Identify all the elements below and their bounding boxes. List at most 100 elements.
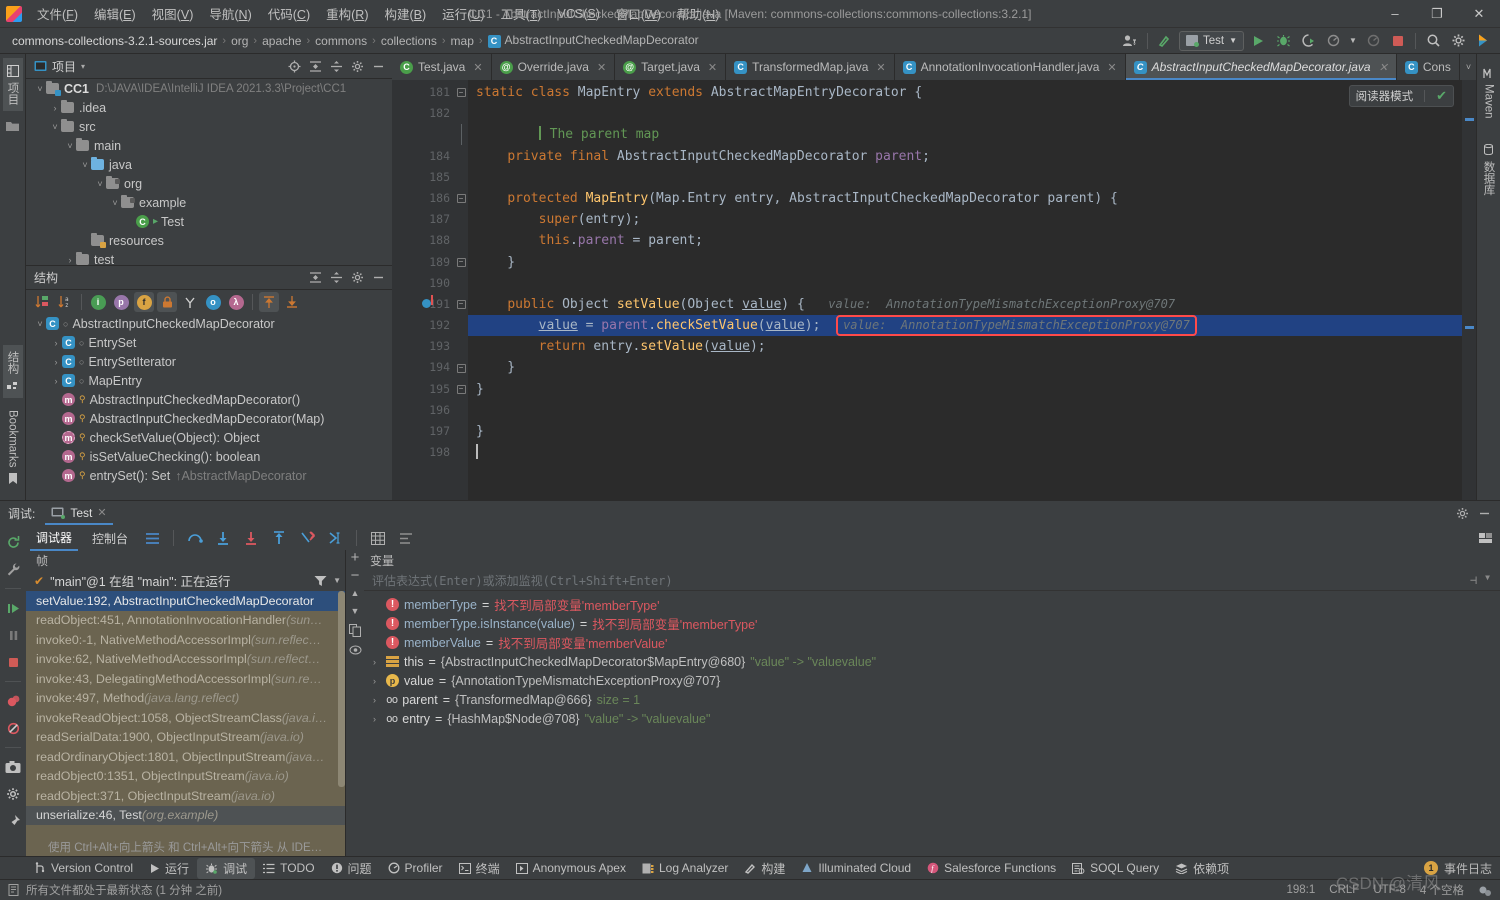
structure-tree-node[interactable]: m ⚲ entrySet(): Set ↑AbstractMapDecorator [26, 466, 392, 485]
project-tree-node[interactable]: ˅ src [26, 117, 392, 136]
tree-expand-arrow[interactable]: › [50, 338, 62, 348]
project-tree-node[interactable]: ˅ main [26, 136, 392, 155]
code-line[interactable]: } [468, 421, 1462, 442]
chevron-down-icon[interactable]: ˅ [1466, 62, 1471, 72]
structure-tree[interactable]: ˅ C ○ AbstractInputCheckedMapDecorator › C ○… [26, 314, 392, 500]
collapse-all-icon[interactable] [305, 268, 325, 287]
error-stripe-rail[interactable] [1462, 80, 1476, 500]
tree-expand-arrow[interactable]: ˅ [34, 84, 46, 94]
project-tree-node[interactable]: › test [26, 250, 392, 265]
stop-program-icon[interactable] [3, 652, 23, 672]
frame-row[interactable]: invoke:43, DelegatingMethodAccessorImpl … [26, 669, 345, 689]
menu-item-8[interactable]: 工具(T) [494, 1, 549, 26]
show-properties-icon[interactable]: p [111, 292, 131, 312]
caret-position[interactable]: 198:1 [1287, 884, 1316, 896]
fold-close-icon[interactable]: − [456, 384, 466, 394]
tree-expand-arrow[interactable]: ˅ [109, 198, 121, 208]
project-tree-node[interactable]: › .idea [26, 98, 392, 117]
toolwindow-version-control[interactable]: Version Control [26, 859, 141, 877]
view-breakpoints-icon[interactable] [3, 691, 23, 711]
mute-breakpoints-icon[interactable] [3, 718, 23, 738]
inspections-icon[interactable] [1478, 884, 1492, 897]
gear-icon[interactable] [347, 268, 367, 287]
fold-open-icon[interactable]: − [456, 194, 466, 204]
settings-wrench-icon[interactable] [3, 559, 23, 579]
drop-frame-icon[interactable] [297, 528, 317, 548]
event-log-group[interactable]: 1 事件日志 [1423, 860, 1500, 877]
editor-tab-0[interactable]: C Test.java ✕ [392, 54, 492, 80]
toolwindow-soql-query[interactable]: SOQL Query [1064, 859, 1167, 877]
tab-close-icon[interactable]: ✕ [876, 61, 885, 74]
code-line[interactable]: super(entry); [468, 209, 1462, 230]
step-into-icon[interactable] [213, 528, 233, 548]
collapse-all-icon[interactable] [305, 57, 325, 76]
tree-expand-arrow[interactable]: ˅ [64, 141, 76, 151]
variables-list[interactable]: ! memberType = 找不到局部变量'memberType' ! membe… [364, 591, 1500, 728]
line-number[interactable]: 192 [392, 315, 454, 336]
indent-setting[interactable]: 4 个空格 [1420, 882, 1464, 898]
pause-program-icon[interactable] [3, 625, 23, 645]
code-line[interactable]: private final AbstractInputCheckedMapDec… [468, 146, 1462, 167]
project-panel-title-group[interactable]: 项目 ▾ [34, 58, 85, 75]
frame-row[interactable]: invoke:62, NativeMethodAccessorImpl (sun… [26, 650, 345, 670]
thread-selector[interactable]: ✔ "main"@1 在组 "main": 正在运行 ▼ [26, 570, 345, 591]
menu-item-4[interactable]: 代码(C) [261, 1, 317, 26]
move-down-icon[interactable]: ▼ [351, 606, 360, 616]
chevron-down-icon[interactable]: ▼ [1485, 573, 1490, 587]
run-coverage-icon[interactable] [1297, 31, 1319, 51]
folder-rail-icon[interactable] [6, 119, 20, 133]
structure-tree-node[interactable]: ˅ C ○ AbstractInputCheckedMapDecorator [26, 314, 392, 333]
project-tree-node[interactable]: ˅ example [26, 193, 392, 212]
variable-row[interactable]: ! memberValue = 找不到局部变量'memberValue' [364, 633, 1500, 652]
rail-item-project[interactable]: 项目 [2, 58, 23, 111]
structure-tree-node[interactable]: m ⚲ checkSetValue(Object): Object [26, 428, 392, 447]
run-button[interactable] [1247, 31, 1269, 51]
avatar[interactable] [1472, 31, 1494, 51]
settings-gear-icon[interactable] [1447, 31, 1469, 51]
breadcrumb-item-3[interactable]: commons [311, 33, 371, 49]
breadcrumb-item-6[interactable]: C AbstractInputCheckedMapDecorator [484, 32, 703, 49]
structure-tree-node[interactable]: m ⚲ AbstractInputCheckedMapDecorator() [26, 390, 392, 409]
search-icon[interactable] [1422, 31, 1444, 51]
menu-item-7[interactable]: 运行(U) [435, 1, 491, 26]
gear-icon[interactable] [1452, 504, 1472, 523]
move-up-icon[interactable]: ▲ [351, 588, 360, 598]
toolwindow-illuminated-cloud[interactable]: Illuminated Cloud [793, 859, 919, 877]
line-number[interactable]: 195 [392, 379, 454, 400]
code-line[interactable] [468, 167, 1462, 188]
close-button[interactable]: ✕ [1458, 0, 1500, 28]
tab-close-icon[interactable]: ✕ [473, 61, 482, 74]
layout-settings-icon[interactable] [142, 528, 162, 548]
code-line[interactable]: The parent map [468, 124, 1462, 145]
run-to-cursor-icon[interactable] [325, 528, 345, 548]
editor-tab-5[interactable]: C AbstractInputCheckedMapDecorator.java ✕ [1125, 54, 1397, 80]
code-line[interactable]: } [468, 252, 1462, 273]
structure-tree-node[interactable]: m ⚲ AbstractInputCheckedMapDecorator(Map) [26, 409, 392, 428]
chevron-down-icon[interactable]: ▼ [1347, 31, 1359, 51]
variable-expand-arrow[interactable]: › [368, 695, 381, 705]
line-number[interactable]: 197 [392, 421, 454, 442]
toolwindow-终端[interactable]: 终端 [451, 858, 508, 879]
frame-row[interactable]: invoke:497, Method (java.lang.reflect) [26, 689, 345, 709]
frame-row[interactable]: unserialize:46, Test (org.example) [26, 805, 345, 825]
tab-close-icon[interactable]: ✕ [597, 61, 606, 74]
variable-row[interactable]: › p value = {AnnotationTypeMismatchExcepti… [364, 671, 1500, 690]
show-fields-icon[interactable]: f [134, 292, 154, 312]
rail-item-bookmarks[interactable]: Bookmarks [4, 404, 22, 492]
debug-session-tab[interactable]: Test ✕ [45, 503, 113, 525]
hide-panel-icon[interactable] [368, 57, 388, 76]
breadcrumb-item-4[interactable]: collections [377, 33, 441, 49]
expand-all-icon[interactable] [326, 268, 346, 287]
variable-expand-arrow[interactable]: › [368, 657, 381, 667]
toolwindow-构建[interactable]: 构建 [736, 858, 793, 879]
editor-tab-1[interactable]: Override.java ✕ [491, 54, 616, 80]
inspect-icon[interactable] [348, 645, 362, 656]
frame-row[interactable]: setValue:192, AbstractInputCheckedMapDec… [26, 591, 345, 611]
variable-row[interactable]: ! memberType.isInstance(value) = 找不到局部变量'… [364, 614, 1500, 633]
toolwindow-问题[interactable]: 问题 [323, 858, 380, 879]
hide-panel-icon[interactable] [1474, 504, 1494, 523]
code-line[interactable]: return entry.setValue(value); [468, 336, 1462, 357]
debug-button[interactable] [1272, 31, 1294, 51]
code-line[interactable]: } [468, 379, 1462, 400]
frames-list[interactable]: setValue:192, AbstractInputCheckedMapDec… [26, 591, 345, 856]
